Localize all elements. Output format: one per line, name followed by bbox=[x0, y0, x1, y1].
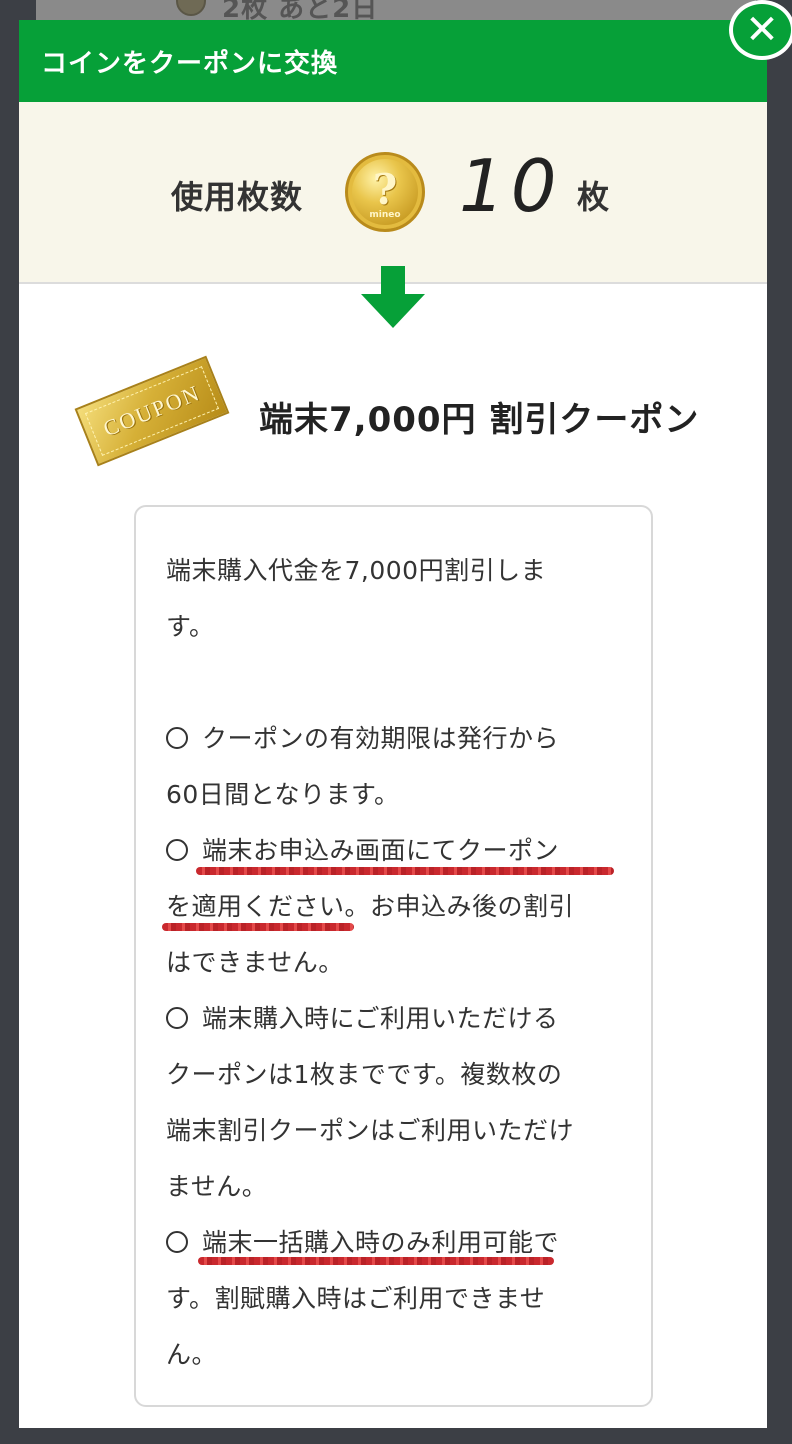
coupon-ticket-icon: COUPON bbox=[74, 355, 230, 467]
desc-line: を適用ください。お申込み後の割引 bbox=[162, 879, 627, 935]
desc-line: す。割賦購入時はご利用できませ bbox=[166, 1284, 546, 1313]
usage-label: 使用枚数 bbox=[171, 178, 304, 216]
desc-line: はできません。 bbox=[166, 948, 344, 977]
desc-line: す。 bbox=[166, 612, 215, 641]
desc-line: 端末お申込み画面にてクーポン bbox=[166, 823, 627, 879]
red-underline bbox=[196, 867, 614, 875]
desc-line: 端末割引クーポンはご利用いただけ bbox=[166, 1116, 575, 1145]
desc-line: クーポンは1枚までです。複数枚の bbox=[166, 1060, 563, 1089]
coupon-description: 端末購入代金を7,000円割引しま す。 クーポンの有効期限は発行から 60日間… bbox=[134, 505, 653, 1407]
mineo-coin-icon: ? mineo bbox=[345, 152, 425, 232]
usage-panel: 使用枚数 ? mineo 10 枚 bbox=[19, 102, 767, 284]
desc-line: 端末購入時にご利用いただける bbox=[166, 991, 627, 1047]
desc-line: ん。 bbox=[166, 1340, 218, 1369]
exchange-modal: コインをクーポンに交換 使用枚数 ? mineo 10 枚 COUPON 端末7… bbox=[19, 20, 767, 1428]
backdrop-page bbox=[36, 0, 756, 20]
desc-line: 端末購入代金を7,000円割引しま bbox=[166, 556, 547, 585]
coupon-row: COUPON 端末7,000円 割引クーポン bbox=[19, 350, 767, 480]
desc-line: 端末一括購入時のみ利用可能で bbox=[166, 1215, 627, 1271]
usage-unit: 枚 bbox=[577, 178, 610, 216]
usage-count: 10 bbox=[459, 144, 563, 228]
close-button[interactable]: ✕ bbox=[729, 0, 792, 60]
red-underline bbox=[162, 923, 354, 931]
coin-brand: mineo bbox=[369, 210, 401, 220]
desc-line: 60日間となります。 bbox=[166, 780, 400, 809]
close-icon: ✕ bbox=[745, 7, 779, 53]
desc-spacer bbox=[166, 655, 627, 711]
coupon-title: 端末7,000円 割引クーポン bbox=[259, 400, 700, 440]
desc-line: ません。 bbox=[166, 1172, 268, 1201]
modal-title: コインをクーポンに交換 bbox=[41, 48, 339, 79]
circle-bullet-icon bbox=[166, 1007, 188, 1029]
modal-header: コインをクーポンに交換 bbox=[19, 20, 767, 102]
coupon-badge-label: COUPON bbox=[99, 379, 204, 442]
red-underline bbox=[198, 1257, 554, 1265]
desc-line: クーポンの有効期限は発行から bbox=[166, 711, 627, 767]
circle-bullet-icon bbox=[166, 1231, 188, 1253]
circle-bullet-icon bbox=[166, 839, 188, 861]
circle-bullet-icon bbox=[166, 727, 188, 749]
arrow-down-icon bbox=[361, 266, 425, 328]
